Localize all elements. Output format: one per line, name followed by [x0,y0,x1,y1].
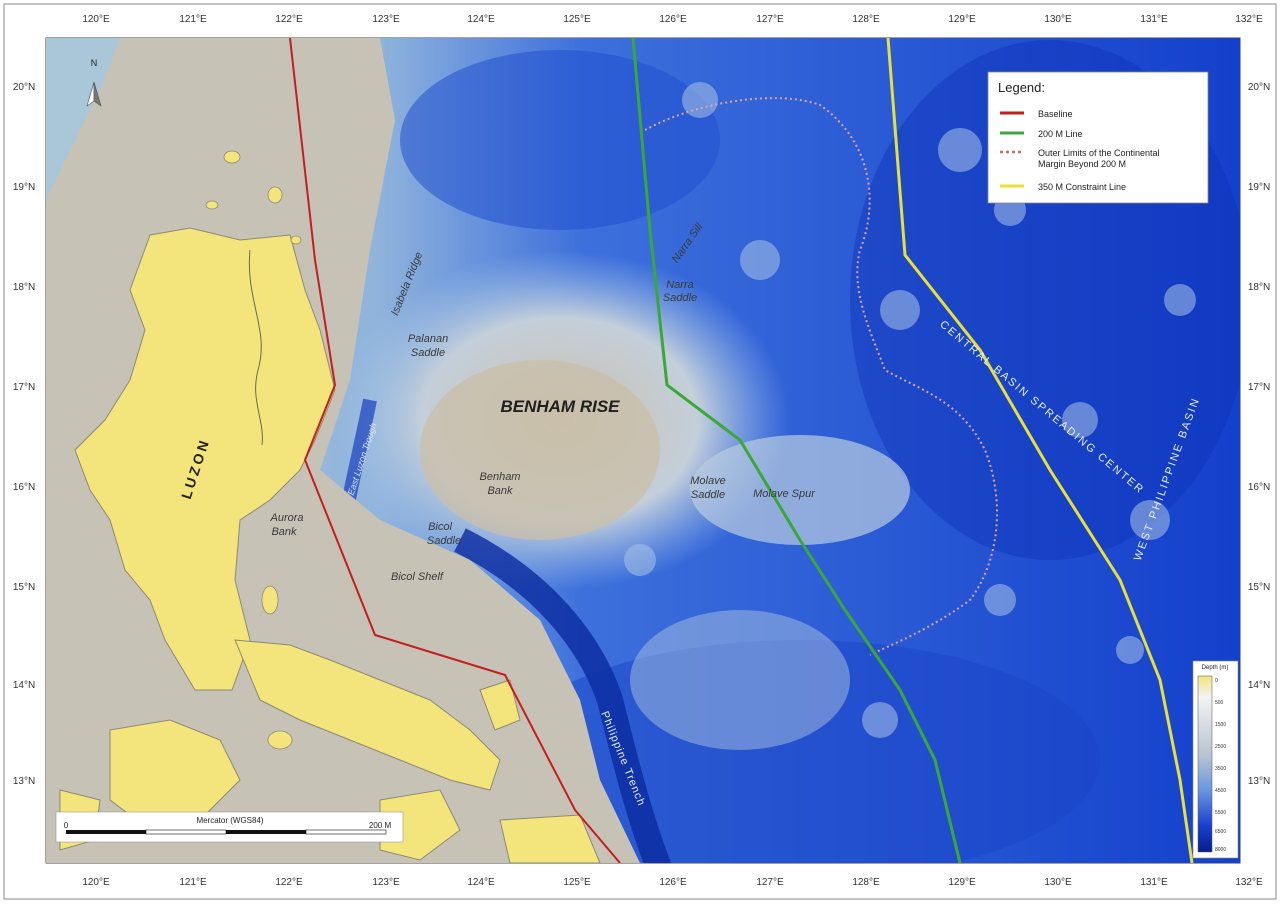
label-molave-saddle-1: Molave [690,475,725,487]
legend: Legend: Baseline 200 M Line Outer Limits… [987,71,1209,204]
label-bicol-saddle-2: Saddle [427,535,461,547]
scale-start: 0 [64,821,69,830]
lat-ticks-right: 20°N 19°N 18°N 17°N 16°N 15°N 14°N 13°N [1248,82,1270,787]
label-narra-2: Saddle [663,292,697,304]
lon-tick-top-120: 120°E [82,14,110,25]
depth-value-8: 8000 [1215,847,1226,853]
depth-value-5: 4500 [1215,788,1226,794]
depth-value-3: 2500 [1215,744,1226,750]
legend-label-350m: 350 M Constraint Line [1038,182,1126,192]
north-deep [400,50,720,230]
lon-tick-top-132: 132°E [1235,14,1263,25]
lon-tick-top-130: 130°E [1044,14,1072,25]
lon-tick-bottom-125: 125°E [563,877,591,888]
label-narra-1: Narra [666,279,694,291]
lat-tick-right-20: 20°N [1248,82,1270,93]
depth-value-6: 5500 [1215,810,1226,816]
lat-ticks-left: 20°N 19°N 18°N 17°N 16°N 15°N 14°N 13°N [13,82,35,787]
depth-value-7: 6500 [1215,829,1226,835]
legend-label-outer-limits-2: Margin Beyond 200 M [1038,159,1126,169]
label-bicol-shelf: Bicol Shelf [391,571,444,583]
label-bicol-saddle-1: Bicol [428,521,452,533]
lon-tick-top-126: 126°E [659,14,687,25]
lat-tick-right-17: 17°N [1248,382,1270,393]
lat-tick-right-16: 16°N [1248,482,1270,493]
depth-value-1: 500 [1215,700,1224,706]
lat-tick-right-19: 19°N [1248,182,1270,193]
label-benham-bank-1: Benham [480,471,521,483]
lon-tick-bottom-129: 129°E [948,877,976,888]
southern-ridge [630,610,850,750]
lon-tick-bottom-122: 122°E [275,877,303,888]
benham-bank-shoal [420,360,660,540]
lon-tick-bottom-127: 127°E [756,877,784,888]
scale-end: 200 M [369,821,392,830]
depth-value-0: 0 [1215,678,1218,684]
lon-tick-bottom-131: 131°E [1140,877,1168,888]
lat-tick-left-16: 16°N [13,482,35,493]
lat-tick-left-20: 20°N [13,82,35,93]
lon-ticks-bottom: 120°E 121°E 122°E 123°E 124°E 125°E 126°… [82,877,1263,888]
lon-tick-top-125: 125°E [563,14,591,25]
map-area: BENHAM RISE LUZON Isabela Ridge Palanan … [46,38,1240,863]
lon-tick-bottom-126: 126°E [659,877,687,888]
lon-tick-top-128: 128°E [852,14,880,25]
lon-tick-top-131: 131°E [1140,14,1168,25]
lon-tick-bottom-121: 121°E [179,877,207,888]
label-benham-bank-2: Bank [487,485,513,497]
lon-tick-bottom-124: 124°E [467,877,495,888]
label-aurora-1: Aurora [269,512,303,524]
lon-tick-bottom-120: 120°E [82,877,110,888]
lat-tick-left-18: 18°N [13,282,35,293]
scale-bar: Mercator (WGS84) 0 200 M [55,811,404,843]
lon-tick-top-124: 124°E [467,14,495,25]
map-figure: BENHAM RISE LUZON Isabela Ridge Palanan … [0,0,1280,903]
depth-title: Depth (m) [1202,665,1229,671]
label-molave-spur: Molave Spur [753,488,816,500]
lat-tick-left-15: 15°N [13,582,35,593]
lat-tick-left-17: 17°N [13,382,35,393]
label-molave-saddle-2: Saddle [691,489,725,501]
map-canvas: BENHAM RISE LUZON Isabela Ridge Palanan … [3,3,1277,900]
depth-scale: Depth (m) 0 500 1500 2500 3500 4500 5500… [1192,660,1239,859]
lon-tick-top-121: 121°E [179,14,207,25]
lat-tick-right-14: 14°N [1248,680,1270,691]
lon-tick-top-129: 129°E [948,14,976,25]
lat-tick-left-14: 14°N [13,680,35,691]
label-aurora-2: Bank [271,526,297,538]
lon-tick-bottom-128: 128°E [852,877,880,888]
label-palanan-1: Palanan [408,333,448,345]
lat-tick-left-13: 13°N [13,776,35,787]
legend-title: Legend: [998,80,1045,95]
depth-value-4: 3500 [1215,766,1226,772]
lon-tick-top-122: 122°E [275,14,303,25]
label-benham-rise: BENHAM RISE [500,397,620,416]
scale-title: Mercator (WGS84) [196,816,263,825]
lon-tick-bottom-130: 130°E [1044,877,1072,888]
legend-label-baseline: Baseline [1038,109,1073,119]
lon-tick-bottom-123: 123°E [372,877,400,888]
depth-value-2: 1500 [1215,722,1226,728]
lon-ticks-top: 120°E 121°E 122°E 123°E 124°E 125°E 126°… [82,14,1263,25]
legend-label-outer-limits-1: Outer Limits of the Continental [1038,148,1160,158]
north-label: N [91,58,98,68]
legend-label-200m: 200 M Line [1038,129,1083,139]
lat-tick-right-18: 18°N [1248,282,1270,293]
lon-tick-top-123: 123°E [372,14,400,25]
label-palanan-2: Saddle [411,347,445,359]
lat-tick-right-15: 15°N [1248,582,1270,593]
lat-tick-left-19: 19°N [13,182,35,193]
lon-tick-bottom-132: 132°E [1235,877,1263,888]
lat-tick-right-13: 13°N [1248,776,1270,787]
lon-tick-top-127: 127°E [756,14,784,25]
